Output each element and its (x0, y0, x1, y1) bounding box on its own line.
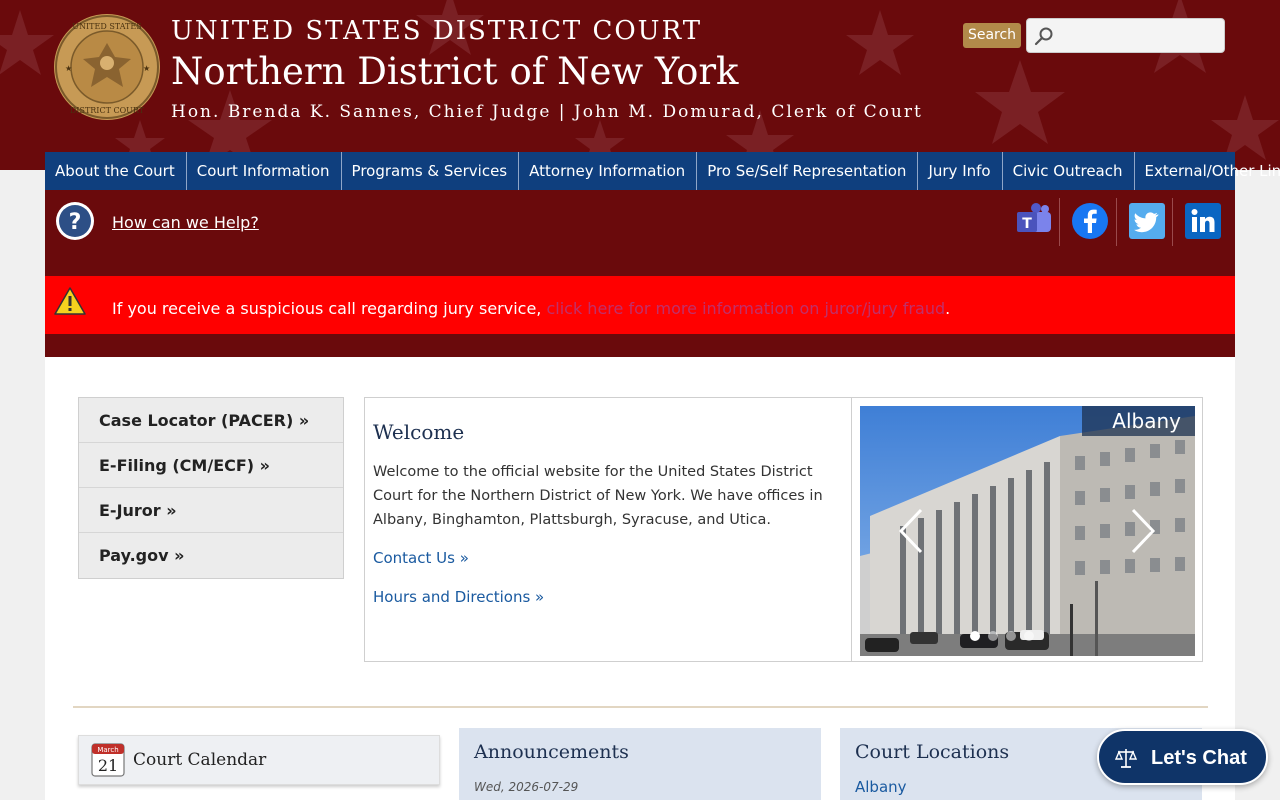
court-calendar-card[interactable]: March 21 Court Calendar (78, 735, 440, 785)
image-carousel[interactable]: Albany (860, 406, 1195, 656)
alert-period: . (945, 299, 951, 318)
social-separator (1059, 198, 1060, 246)
nav-programs-services[interactable]: Programs & Services (342, 152, 520, 190)
facebook-icon[interactable] (1071, 202, 1109, 240)
search-button[interactable]: Search (963, 23, 1021, 48)
quick-link-cmecf[interactable]: E-Filing (CM/ECF) » (79, 443, 343, 488)
carousel-next-arrow[interactable] (1128, 506, 1158, 556)
help-link[interactable]: How can we Help? (112, 213, 259, 232)
calendar-icon: March 21 (91, 743, 125, 777)
nav-external-links[interactable]: External/Other Links (1135, 152, 1280, 190)
lets-chat-label: Let's Chat (1151, 747, 1247, 769)
teams-icon[interactable]: T (1015, 202, 1053, 240)
nav-civic-outreach[interactable]: Civic Outreach (1003, 152, 1135, 190)
welcome-panel: Welcome Welcome to the official website … (364, 397, 1203, 662)
svg-text:★: ★ (143, 64, 150, 73)
nav-court-information[interactable]: Court Information (187, 152, 342, 190)
quick-link-pacer[interactable]: Case Locator (PACER) » (79, 398, 343, 443)
quick-link-paygov[interactable]: Pay.gov » (79, 533, 343, 578)
search-input[interactable] (1026, 18, 1225, 53)
svg-text:★: ★ (65, 64, 72, 73)
twitter-icon[interactable] (1128, 202, 1166, 240)
site-header: UNITED STATES DISTRICT COURT ★ ★ UNITED … (0, 0, 1280, 170)
header-court-name: UNITED STATES DISTRICT COURT (171, 16, 703, 46)
nav-about-the-court[interactable]: About the Court (45, 152, 187, 190)
carousel-dot[interactable] (988, 631, 998, 641)
search-icon (1034, 27, 1053, 46)
social-separator (1116, 198, 1117, 246)
carousel-dot[interactable] (1024, 631, 1034, 641)
main-content: Case Locator (PACER) » E-Filing (CM/ECF)… (45, 357, 1235, 800)
alert-text: If you receive a suspicious call regardi… (112, 299, 950, 318)
svg-text:UNITED STATES: UNITED STATES (72, 22, 141, 31)
header-officials: Hon. Brenda K. Sannes, Chief Judge | Joh… (171, 102, 923, 122)
announcement-date: Wed, 2026-07-29 (474, 780, 579, 794)
nav-pro-se[interactable]: Pro Se/Self Representation (697, 152, 919, 190)
svg-text:?: ? (69, 210, 82, 235)
contact-us-link[interactable]: Contact Us » (373, 549, 469, 567)
main-nav: About the Court Court Information Progra… (45, 152, 1280, 190)
jury-fraud-alert: If you receive a suspicious call regardi… (45, 276, 1235, 334)
section-divider (73, 706, 1208, 708)
svg-text:T: T (1022, 216, 1032, 232)
nav-jury-info[interactable]: Jury Info (918, 152, 1003, 190)
social-separator (1172, 198, 1173, 246)
court-seal-logo[interactable]: UNITED STATES DISTRICT COURT ★ ★ (53, 13, 161, 121)
scales-icon (1115, 749, 1137, 768)
carousel-caption: Albany (1082, 406, 1195, 436)
hours-directions-link[interactable]: Hours and Directions » (373, 588, 544, 606)
announcements-panel: Announcements Wed, 2026-07-29 (459, 728, 821, 800)
court-locations-title: Court Locations (855, 741, 1010, 763)
location-albany-link[interactable]: Albany (855, 778, 907, 796)
quick-links: Case Locator (PACER) » E-Filing (CM/ECF)… (78, 397, 344, 579)
welcome-divider (851, 398, 852, 661)
announcements-title: Announcements (474, 741, 629, 763)
alert-message: If you receive a suspicious call regardi… (112, 299, 547, 318)
carousel-prev-arrow[interactable] (896, 506, 926, 556)
calendar-day: 21 (98, 756, 118, 775)
linkedin-icon[interactable] (1184, 202, 1222, 240)
warning-icon (54, 287, 86, 315)
header-district-name: Northern District of New York (171, 50, 739, 93)
svg-text:DISTRICT COURT: DISTRICT COURT (70, 106, 145, 115)
carousel-dot[interactable] (1006, 631, 1016, 641)
question-icon[interactable]: ? (55, 201, 95, 241)
court-calendar-label[interactable]: Court Calendar (133, 750, 266, 770)
jury-fraud-link[interactable]: click here for more information on juror… (546, 299, 945, 318)
quick-link-ejuror[interactable]: E-Juror » (79, 488, 343, 533)
carousel-dots (970, 631, 1034, 641)
carousel-dot[interactable] (970, 631, 980, 641)
welcome-text: Welcome to the official website for the … (373, 464, 823, 528)
lets-chat-button[interactable]: Let's Chat (1097, 729, 1268, 785)
nav-attorney-information[interactable]: Attorney Information (519, 152, 698, 190)
welcome-title: Welcome (373, 420, 465, 444)
calendar-month: March (97, 746, 118, 754)
